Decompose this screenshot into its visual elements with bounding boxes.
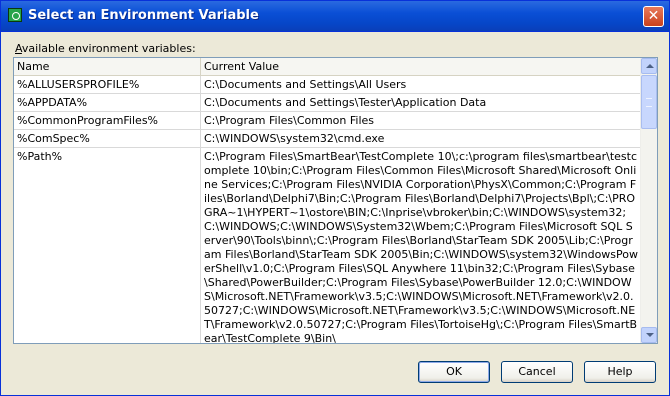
table-row[interactable]: %ComSpec% C:\WINDOWS\system32\cmd.exe xyxy=(14,130,641,148)
variable-value: C:\Program Files\Common Files xyxy=(204,114,375,127)
variable-name: %CommonProgramFiles% xyxy=(14,112,201,129)
variable-value: C:\Documents and Settings\Tester\Applica… xyxy=(204,96,487,109)
list-label-text: vailable environment variables: xyxy=(21,42,196,55)
variable-name: %APPDATA% xyxy=(14,94,201,111)
app-icon xyxy=(8,8,22,22)
scroll-up-arrow-icon[interactable] xyxy=(641,58,657,74)
variable-value: C:\WINDOWS\system32\cmd.exe xyxy=(204,132,385,145)
window-title: Select an Environment Variable xyxy=(28,8,259,23)
close-button[interactable]: ✕ xyxy=(643,6,664,27)
variable-name: %ALLUSERSPROFILE% xyxy=(14,76,201,93)
list-rows: %ALLUSERSPROFILE% C:\Documents and Setti… xyxy=(14,76,641,344)
column-header-name[interactable]: Name xyxy=(14,58,201,75)
column-header-current-value[interactable]: Current Value xyxy=(201,58,641,75)
list-header: Name Current Value xyxy=(14,58,641,76)
scroll-down-arrow-icon[interactable] xyxy=(641,327,657,343)
table-row[interactable]: %APPDATA% C:\Documents and Settings\Test… xyxy=(14,94,641,112)
list-label: Available environment variables: xyxy=(15,42,196,55)
help-button[interactable]: Help xyxy=(584,361,656,383)
variable-name: %Path% xyxy=(14,148,201,343)
list-label-mnemonic: A xyxy=(15,42,22,55)
vertical-scrollbar[interactable] xyxy=(640,58,657,343)
ok-button[interactable]: OK xyxy=(418,361,490,383)
table-row[interactable]: %ALLUSERSPROFILE% C:\Documents and Setti… xyxy=(14,76,641,94)
variable-value: C:\Program Files\SmartBear\TestComplete … xyxy=(204,150,639,344)
variable-value: C:\Documents and Settings\All Users xyxy=(204,78,407,91)
table-row[interactable]: %CommonProgramFiles% C:\Program Files\Co… xyxy=(14,112,641,130)
close-icon: ✕ xyxy=(647,8,660,24)
cancel-button[interactable]: Cancel xyxy=(501,361,573,383)
dialog-window: Select an Environment Variable ✕ Availab… xyxy=(0,0,670,396)
variable-name: %ComSpec% xyxy=(14,130,201,147)
table-row[interactable]: %Path% C:\Program Files\SmartBear\TestCo… xyxy=(14,148,641,344)
scroll-thumb[interactable] xyxy=(641,75,657,129)
title-bar[interactable]: Select an Environment Variable ✕ xyxy=(1,1,669,32)
environment-variables-list[interactable]: Name Current Value %ALLUSERSPROFILE% C:\… xyxy=(13,57,658,344)
